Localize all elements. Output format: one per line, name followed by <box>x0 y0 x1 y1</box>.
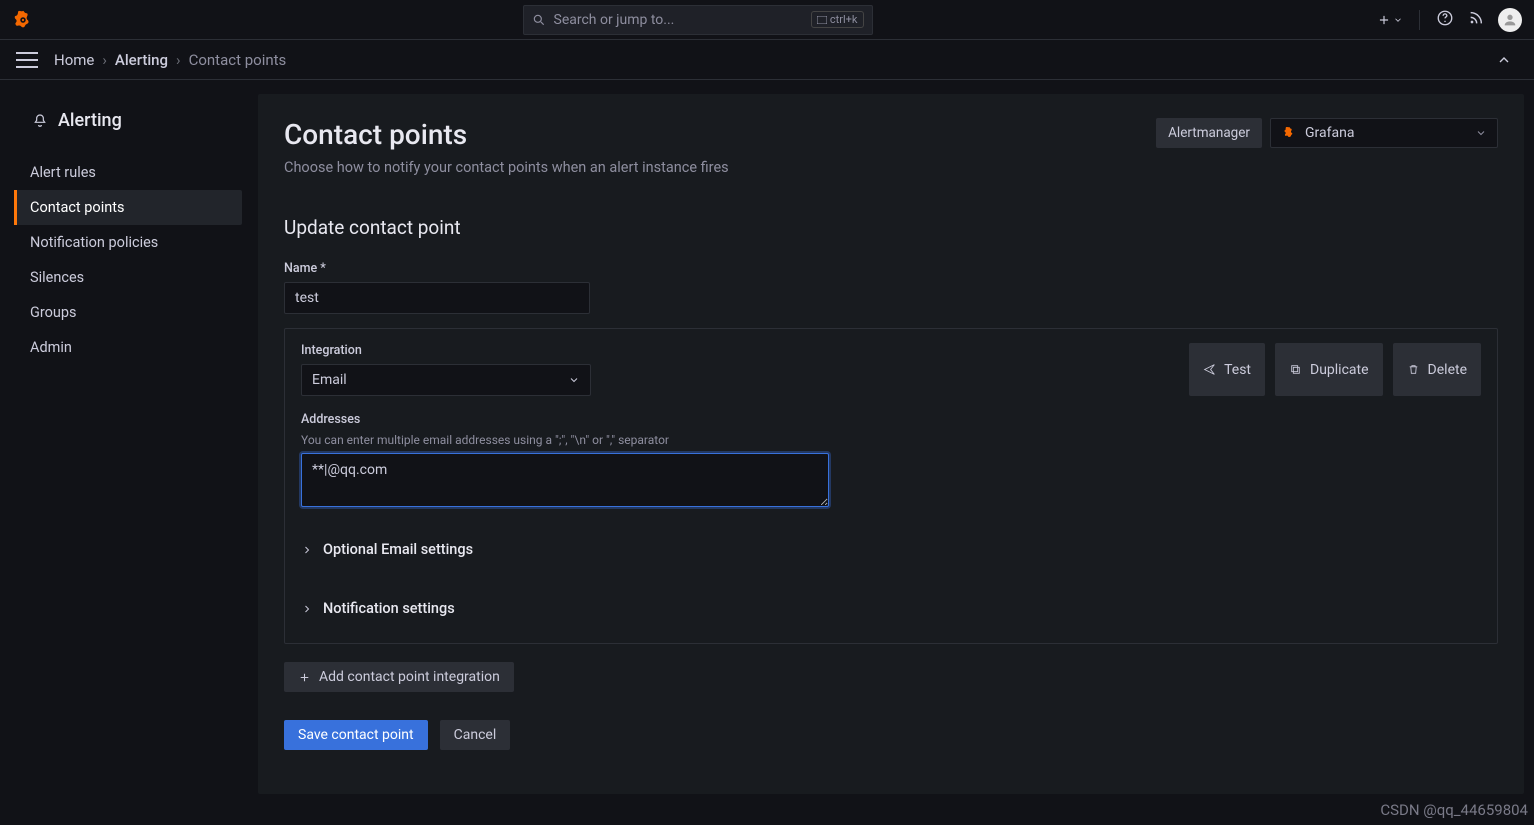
notification-settings-toggle[interactable]: Notification settings <box>301 596 1481 621</box>
breadcrumb-home[interactable]: Home <box>54 51 94 69</box>
main-content: Contact points Choose how to notify your… <box>258 80 1534 825</box>
sidebar-item-notification-policies[interactable]: Notification policies <box>16 225 242 260</box>
section-title: Update contact point <box>284 216 1498 239</box>
breadcrumb: Home › Alerting › Contact points <box>54 51 286 69</box>
alertmanager-label: Alertmanager <box>1156 118 1262 148</box>
sidebar-heading: Alerting <box>16 110 242 131</box>
search-shortcut: ctrl+k <box>811 11 864 28</box>
test-button[interactable]: Test <box>1189 343 1265 396</box>
addresses-label: Addresses <box>301 412 1481 427</box>
addresses-input[interactable] <box>301 453 829 507</box>
alertmanager-value: Grafana <box>1305 125 1354 141</box>
help-icon[interactable] <box>1436 9 1454 31</box>
breadcrumb-alerting[interactable]: Alerting <box>115 51 168 69</box>
chevron-right-icon <box>301 603 313 615</box>
sidebar-item-contact-points[interactable]: Contact points <box>16 190 242 225</box>
sidebar-item-silences[interactable]: Silences <box>16 260 242 295</box>
user-avatar[interactable] <box>1498 8 1522 32</box>
send-icon <box>1203 363 1216 376</box>
divider <box>1419 10 1420 30</box>
watermark: CSDN @qq_44659804 <box>1380 801 1528 819</box>
alertmanager-select[interactable]: Grafana <box>1270 118 1498 148</box>
add-menu-button[interactable] <box>1377 13 1403 27</box>
top-icons <box>1377 8 1522 32</box>
trash-icon <box>1407 363 1420 376</box>
save-button[interactable]: Save contact point <box>284 720 428 750</box>
add-integration-button[interactable]: Add contact point integration <box>284 662 514 692</box>
chevron-right-icon <box>301 544 313 556</box>
sidebar-item-admin[interactable]: Admin <box>16 330 242 365</box>
collapse-header-button[interactable] <box>1490 46 1518 74</box>
breadcrumb-bar: Home › Alerting › Contact points <box>0 40 1534 80</box>
page-subtitle: Choose how to notify your contact points… <box>284 159 729 176</box>
addresses-hint: You can enter multiple email addresses u… <box>301 433 1481 447</box>
cancel-button[interactable]: Cancel <box>440 720 511 750</box>
grafana-logo-icon[interactable] <box>12 9 34 31</box>
breadcrumb-current: Contact points <box>189 51 287 69</box>
chevron-right-icon: › <box>176 51 181 69</box>
top-bar: Search or jump to... ctrl+k <box>0 0 1534 40</box>
delete-button[interactable]: Delete <box>1393 343 1481 396</box>
integration-label: Integration <box>301 343 591 358</box>
global-search-input[interactable]: Search or jump to... ctrl+k <box>523 5 873 35</box>
chevron-down-icon <box>1475 127 1487 139</box>
search-placeholder: Search or jump to... <box>554 12 675 28</box>
sidebar-item-groups[interactable]: Groups <box>16 295 242 330</box>
sidebar-item-alert-rules[interactable]: Alert rules <box>16 155 242 190</box>
menu-toggle-icon[interactable] <box>16 48 40 72</box>
rss-icon[interactable] <box>1468 10 1484 30</box>
integration-box: Integration Email Test Dup <box>284 328 1498 644</box>
search-icon <box>532 13 546 27</box>
bell-icon <box>32 113 48 129</box>
copy-icon <box>1289 363 1302 376</box>
duplicate-button[interactable]: Duplicate <box>1275 343 1383 396</box>
optional-email-settings-toggle[interactable]: Optional Email settings <box>301 537 1481 562</box>
page-title: Contact points <box>284 118 729 151</box>
integration-select[interactable]: Email <box>301 364 591 396</box>
plus-icon <box>298 671 311 684</box>
sidebar: Alerting Alert rules Contact points Noti… <box>0 80 258 825</box>
chevron-down-icon <box>568 374 580 386</box>
grafana-icon <box>1281 125 1297 141</box>
chevron-right-icon: › <box>102 51 107 69</box>
sidebar-list: Alert rules Contact points Notification … <box>16 155 242 365</box>
name-input[interactable] <box>284 282 590 314</box>
name-label: Name * <box>284 261 1498 276</box>
